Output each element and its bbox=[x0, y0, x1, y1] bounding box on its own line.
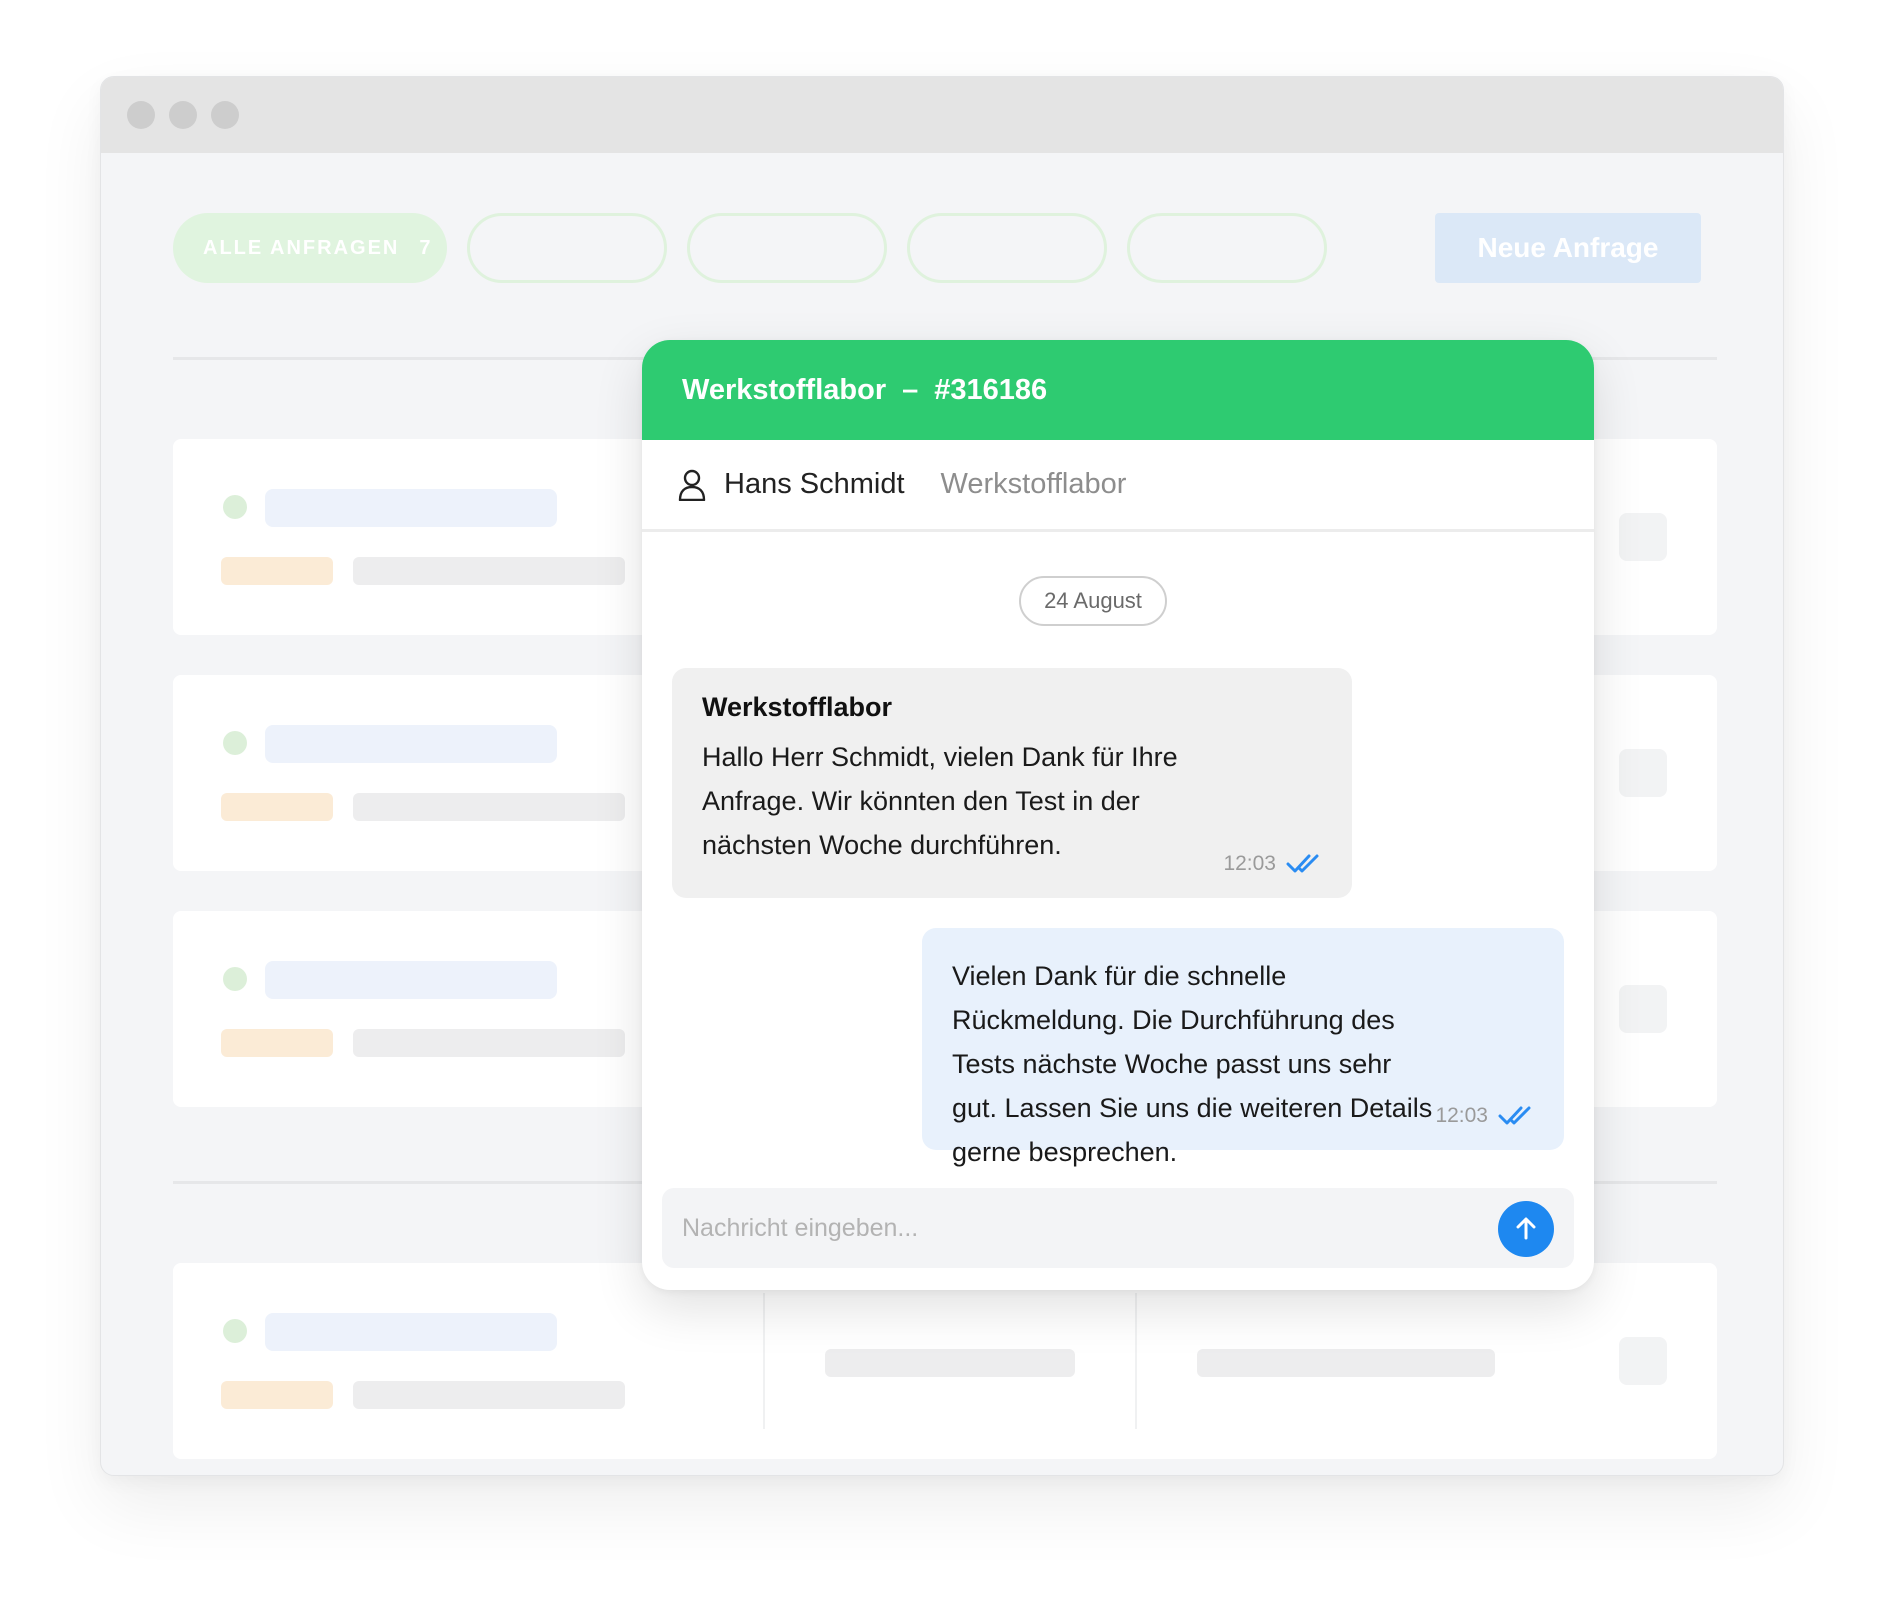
status-dot bbox=[223, 1319, 247, 1343]
skeleton-line bbox=[825, 1349, 1075, 1377]
message-sender: Werkstofflabor bbox=[702, 692, 893, 722]
skeleton-tag bbox=[221, 1029, 333, 1057]
contact-department: Werkstofflabor bbox=[940, 468, 1127, 500]
skeleton-title bbox=[265, 489, 557, 527]
double-check-icon bbox=[1286, 854, 1319, 873]
message-text: Hallo Herr Schmidt, vielen Dank für Ihre… bbox=[702, 742, 1178, 860]
skeleton-title bbox=[265, 1313, 557, 1351]
chat-window: Werkstofflabor – #316186 Hans Schmidt We… bbox=[642, 340, 1594, 1290]
request-card-placeholder[interactable] bbox=[173, 1263, 1717, 1459]
skeleton-tag bbox=[221, 1381, 333, 1409]
skeleton-title bbox=[265, 725, 557, 763]
filter-tab-all-requests[interactable]: ALLE ANFRAGEN 7 bbox=[173, 213, 447, 283]
message-composer bbox=[662, 1188, 1574, 1268]
double-check-icon bbox=[1498, 1106, 1531, 1125]
skeleton-action bbox=[1619, 985, 1667, 1033]
filter-tab-3[interactable] bbox=[687, 213, 887, 283]
filter-tab-5[interactable] bbox=[1127, 213, 1327, 283]
window-minimize-dot[interactable] bbox=[169, 101, 197, 129]
skeleton-line bbox=[353, 793, 625, 821]
arrow-up-icon bbox=[1516, 1217, 1536, 1240]
window-maximize-dot[interactable] bbox=[211, 101, 239, 129]
skeleton-action bbox=[1619, 749, 1667, 797]
skeleton-line bbox=[1197, 1349, 1495, 1377]
message-incoming: Werkstofflabor Hallo Herr Schmidt, viele… bbox=[672, 668, 1352, 898]
message-text: Vielen Dank für die schnelle Rückmeldung… bbox=[952, 961, 1433, 1167]
chat-header: Werkstofflabor – #316186 bbox=[642, 340, 1594, 440]
message-meta: 12:03 bbox=[1435, 1104, 1538, 1128]
chat-contact-bar: Hans Schmidt Werkstofflabor bbox=[642, 440, 1594, 532]
chat-title: Werkstofflabor bbox=[682, 373, 887, 406]
status-dot bbox=[223, 495, 247, 519]
skeleton-action bbox=[1619, 1337, 1667, 1385]
message-meta: 12:03 bbox=[1223, 852, 1326, 876]
message-input[interactable] bbox=[662, 1188, 1482, 1268]
send-button[interactable] bbox=[1498, 1201, 1554, 1257]
date-separator: 24 August bbox=[1019, 576, 1167, 626]
ticket-id: #316186 bbox=[934, 373, 1048, 406]
new-request-button[interactable]: Neue Anfrage bbox=[1435, 213, 1701, 283]
column-separator bbox=[763, 1293, 765, 1429]
skeleton-line bbox=[353, 557, 625, 585]
skeleton-tag bbox=[221, 557, 333, 585]
message-outgoing: Vielen Dank für die schnelle Rückmeldung… bbox=[922, 928, 1564, 1167]
status-dot bbox=[223, 967, 247, 991]
window-close-dot[interactable] bbox=[127, 101, 155, 129]
filter-tab-4[interactable] bbox=[907, 213, 1107, 283]
window-titlebar bbox=[101, 77, 1783, 153]
status-dot bbox=[223, 731, 247, 755]
contact-name: Hans Schmidt bbox=[724, 468, 905, 500]
skeleton-tag bbox=[221, 793, 333, 821]
skeleton-line bbox=[353, 1029, 625, 1057]
skeleton-title bbox=[265, 961, 557, 999]
skeleton-line bbox=[353, 1381, 625, 1409]
title-separator: – bbox=[902, 373, 919, 406]
filter-tab-2[interactable] bbox=[467, 213, 667, 283]
person-icon bbox=[678, 469, 706, 501]
filter-tab-label: ALLE ANFRAGEN bbox=[203, 236, 400, 259]
filter-tab-count: 7 bbox=[419, 236, 433, 259]
skeleton-action bbox=[1619, 513, 1667, 561]
message-time: 12:03 bbox=[1223, 852, 1276, 875]
column-separator bbox=[1135, 1293, 1137, 1429]
message-time: 12:03 bbox=[1435, 1104, 1488, 1127]
